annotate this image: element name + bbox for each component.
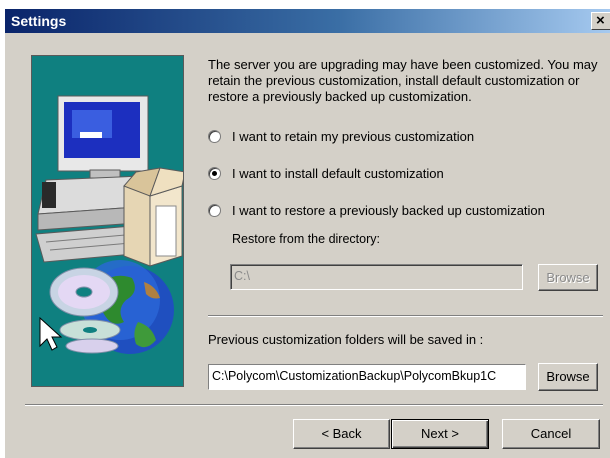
option-retain-customization[interactable]: I want to retain my previous customizati… — [208, 128, 608, 148]
section-divider — [208, 315, 603, 317]
backup-location-label: Previous customization folders will be s… — [208, 332, 484, 347]
settings-dialog: Settings × The server you are upgrading … — [4, 8, 610, 458]
cancel-button[interactable]: Cancel — [502, 419, 600, 449]
window-title: Settings — [11, 13, 67, 29]
footer-divider — [25, 404, 603, 406]
radio-selected-dot — [212, 171, 217, 176]
backup-location-field[interactable]: C:\Polycom\CustomizationBackup\PolycomBk… — [208, 364, 526, 390]
option-install-default[interactable]: I want to install default customization — [208, 165, 608, 185]
wizard-illustration — [31, 55, 184, 387]
restore-browse-button[interactable]: Browse — [538, 264, 598, 291]
backup-browse-button[interactable]: Browse — [538, 363, 598, 391]
back-button[interactable]: < Back — [293, 419, 390, 449]
option-label: I want to retain my previous customizati… — [232, 129, 475, 144]
close-icon: × — [596, 12, 605, 29]
next-button[interactable]: Next > — [391, 419, 489, 449]
radio-install-default[interactable] — [208, 167, 221, 180]
option-label: I want to install default customization — [232, 166, 444, 181]
option-restore-backup[interactable]: I want to restore a previously backed up… — [208, 202, 608, 222]
box-icon — [123, 167, 183, 267]
radio-restore[interactable] — [208, 204, 221, 217]
title-bar[interactable]: Settings × — [5, 9, 610, 33]
close-button[interactable]: × — [591, 12, 610, 30]
option-label: I want to restore a previously backed up… — [232, 203, 545, 218]
mouse-cursor-icon — [39, 316, 63, 351]
restore-directory-field[interactable]: C:\ — [230, 264, 523, 290]
intro-text: The server you are upgrading may have be… — [208, 57, 598, 104]
radio-retain[interactable] — [208, 130, 221, 143]
restore-directory-label: Restore from the directory: — [232, 232, 380, 246]
